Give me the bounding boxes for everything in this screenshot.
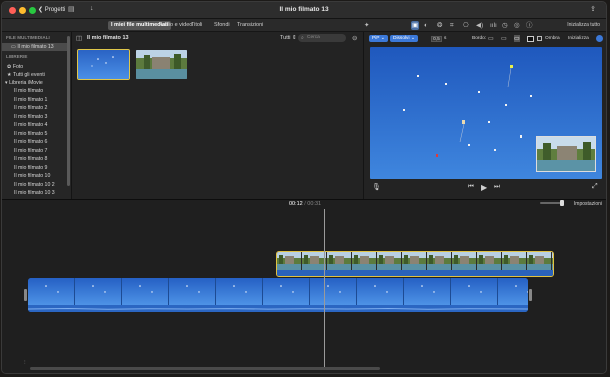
timecode-display: 00:12 / 00:31: [288, 201, 322, 207]
border-thin-button[interactable]: ▭: [501, 35, 507, 42]
microphone-icon[interactable]: 🎙︎: [372, 183, 381, 191]
shadow-label: Ombra: [545, 36, 560, 41]
media-toolbar: I miei file multimediali Audio e video T…: [2, 19, 606, 32]
primary-audio-waveform: [28, 305, 528, 312]
park-overlay-frame: [537, 137, 595, 171]
window-title: Il mio filmato 13: [279, 6, 329, 13]
sidebar-item-event[interactable]: Il mio filmato 6: [2, 138, 68, 146]
sidebar-item-event[interactable]: Il mio filmato 2: [2, 104, 68, 112]
audio-meter-icon[interactable]: ⫶: [24, 360, 26, 367]
border-thick-button[interactable]: ▭: [514, 35, 520, 42]
sidebar-scrollbar[interactable]: [67, 36, 70, 186]
border-label: Bordo:: [472, 36, 487, 41]
sidebar-item-event[interactable]: Il mio filmato 10 3: [2, 189, 68, 197]
zoom-slider-knob[interactable]: [560, 200, 564, 206]
sidebar-item-photos[interactable]: ✿ Foto: [2, 63, 68, 71]
sky-thumbnail-image: [78, 50, 129, 79]
play-icon[interactable]: ▶: [481, 183, 487, 192]
color-correction-icon[interactable]: ❂: [437, 21, 442, 30]
reset-all-button[interactable]: Inizializza tutto: [567, 22, 600, 28]
skip-back-icon[interactable]: ⏮︎: [468, 183, 474, 191]
sidebar-item-event[interactable]: Il mio filmato 8: [2, 155, 68, 163]
imovie-window: ❮ Progetti ▤ ↓ Il mio filmato 13 ⇪ I mie…: [1, 1, 607, 374]
clip-filter-icon[interactable]: ◎: [514, 21, 520, 30]
pip-overlay-preview[interactable]: [536, 136, 596, 172]
viewer-panel: PiP ⌄ Dissolvi ⌄ 0,5 s Bordo: ▭ ▭ ▭ Ombr…: [364, 32, 606, 199]
clip-trim-handle-right[interactable]: [529, 289, 532, 301]
film-icon: ▭: [11, 44, 16, 50]
transition-style-select[interactable]: Dissolvi ⌄: [390, 35, 418, 42]
sidebar-item-all-events[interactable]: ★ Tutti gli eventi: [2, 71, 68, 79]
overlay-mode-select[interactable]: PiP ⌄: [369, 35, 388, 42]
settings-button[interactable]: Impostazioni: [574, 201, 602, 207]
overlay-clip[interactable]: [276, 251, 554, 277]
playhead[interactable]: [324, 209, 325, 369]
shadow-checkbox[interactable]: [537, 36, 542, 41]
tab-backgrounds[interactable]: Sfondi: [211, 21, 233, 30]
video-preview[interactable]: [370, 47, 602, 179]
sidebar-item-event[interactable]: Il mio filmato 10 2: [2, 181, 68, 189]
sidebar-item-event[interactable]: Il mio filmato 9: [2, 164, 68, 172]
overlay-audio-waveform: [277, 270, 553, 276]
browser-title: Il mio filmato 13: [87, 35, 129, 41]
timeline-header: 00:12 / 00:31 Impostazioni: [2, 200, 606, 209]
title-bar: ❮ Progetti ▤ ↓ Il mio filmato 13 ⇪: [2, 2, 606, 19]
zoom-slider[interactable]: [540, 202, 562, 204]
share-icon[interactable]: ⇪: [590, 5, 596, 13]
photos-icon: ✿: [7, 64, 12, 70]
volume-icon[interactable]: ◀): [476, 21, 483, 30]
fullscreen-icon[interactable]: ⤢: [592, 183, 598, 191]
park-thumbnail-image: [136, 50, 187, 79]
apply-check-button[interactable]: [596, 35, 603, 42]
timeline[interactable]: 00:12 / 00:31 Impostazioni ⫶: [2, 199, 606, 373]
overlay-settings-bar: PiP ⌄ Dissolvi ⌄ 0,5 s Bordo: ▭ ▭ ▭ Ombr…: [364, 32, 606, 45]
clip-thumbnail-sky[interactable]: [77, 49, 130, 80]
search-icon: ⌕: [301, 35, 304, 41]
primary-clip-filmstrip: [28, 278, 528, 305]
sidebar-item-event[interactable]: Il mio filmato 1: [2, 96, 68, 104]
primary-clip[interactable]: [28, 278, 528, 312]
clip-trim-handle-left[interactable]: [24, 289, 27, 301]
overlay-clip-filmstrip: [277, 252, 553, 270]
noise-reduction-icon[interactable]: ıılı: [490, 21, 497, 30]
media-section-header: FILE MULTIMEDIALI: [6, 35, 50, 40]
clip-settings-icon[interactable]: ⊖: [352, 34, 357, 42]
reset-button[interactable]: Inizializza: [568, 36, 589, 41]
sidebar-item-event[interactable]: Il mio filmato: [2, 87, 68, 95]
sidebar-item-event[interactable]: Il mio filmato 10: [2, 172, 68, 180]
filter-dropdown[interactable]: Tutti ⇕: [280, 35, 297, 41]
tab-titles[interactable]: Titoli: [188, 21, 205, 30]
duration-field[interactable]: 0,5: [431, 36, 442, 42]
sidebar-item-event[interactable]: Il mio filmato 4: [2, 121, 68, 129]
magic-wand-icon[interactable]: ✦: [364, 21, 369, 30]
sidebar-toggle-icon[interactable]: ◫: [76, 34, 82, 42]
info-icon[interactable]: ⓘ: [526, 21, 533, 30]
sidebar-item-project[interactable]: ▭ Il mio filmato 13: [2, 43, 68, 51]
duration-unit: s: [444, 36, 447, 41]
media-browser: ◫ Il mio filmato 13 Tutti ⇕ ⌕ Cerca ⊖: [72, 32, 364, 199]
browser-header: ◫ Il mio filmato 13 Tutti ⇕ ⌕ Cerca ⊖: [72, 32, 363, 44]
crop-icon[interactable]: ⌗: [450, 21, 454, 30]
color-balance-icon[interactable]: ◐: [424, 21, 428, 30]
libraries-sidebar: FILE MULTIMEDIALI ▭ Il mio filmato 13 LI…: [2, 32, 72, 199]
border-none-button[interactable]: ▭: [488, 35, 494, 42]
border-color-swatch[interactable]: [527, 36, 534, 42]
tab-transitions[interactable]: Transizioni: [234, 21, 266, 30]
disclosure-triangle-icon: ▾: [5, 80, 8, 86]
clip-thumbnail-park[interactable]: [136, 50, 187, 79]
star-icon: ★: [7, 72, 12, 78]
video-overlay-icon[interactable]: ▣: [411, 21, 420, 30]
waveform-graphic: [28, 305, 528, 312]
speed-icon[interactable]: ◷: [502, 21, 508, 30]
libraries-section-header: LIBRERIE: [6, 54, 28, 59]
sidebar-item-event[interactable]: Il mio filmato 7: [2, 147, 68, 155]
search-input[interactable]: ⌕ Cerca: [298, 34, 346, 42]
skip-forward-icon[interactable]: ⏭︎: [494, 183, 500, 191]
stabilization-icon[interactable]: ⎔: [463, 21, 469, 30]
timeline-scrollbar[interactable]: [30, 367, 380, 370]
sidebar-item-event[interactable]: Il mio filmato 3: [2, 113, 68, 121]
sidebar-item-imovie-library[interactable]: ▾ Libreria iMovie: [2, 79, 68, 87]
sidebar-item-event[interactable]: Il mio filmato 5: [2, 130, 68, 138]
